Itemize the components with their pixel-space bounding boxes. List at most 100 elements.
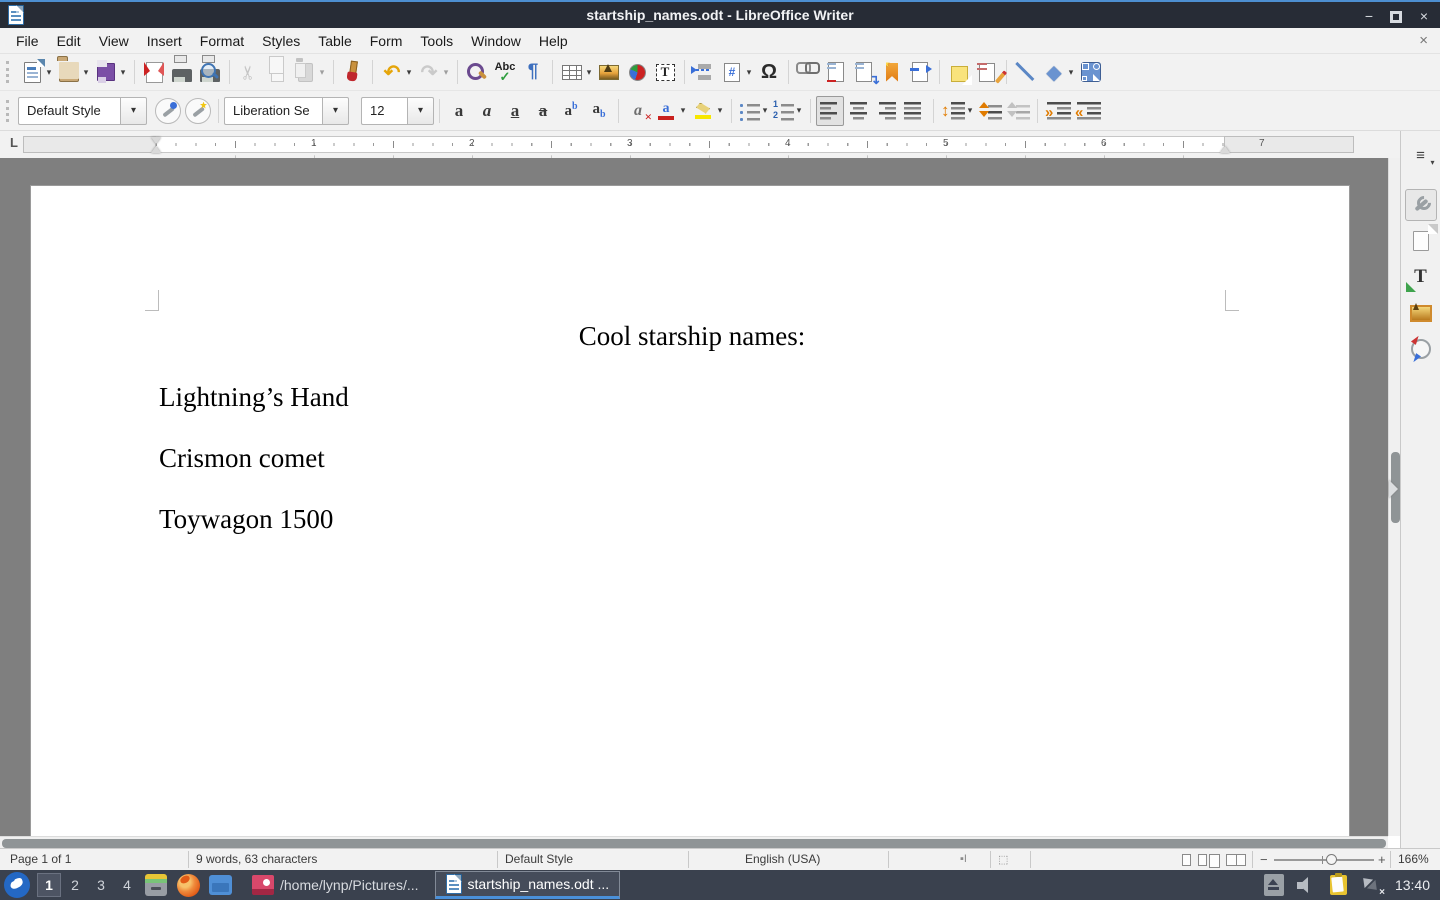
align-left-button[interactable] [816,96,844,126]
book-view-button[interactable] [1226,854,1246,866]
superscript-button[interactable]: ab [557,96,585,126]
workspace-1-button[interactable]: 1 [37,873,61,897]
open-button[interactable]: ▾ [55,57,92,87]
selection-mode-icon[interactable]: ⬚ [998,853,1008,866]
sidebar-settings-button[interactable]: ≡ [1405,139,1437,171]
document-page[interactable]: Cool starship names: Lightning’s Hand Cr… [30,185,1350,836]
basic-shapes-button[interactable]: ◆▾ [1040,57,1077,87]
horizontal-ruler[interactable]: 1234567⊥⊥⊥⊥⊥⊥⊥⊥⊥⊥⊥⊥⊥ [23,136,1353,153]
workspace-2-button[interactable]: 2 [63,873,87,897]
track-changes-button[interactable] [973,57,1001,87]
paragraph-style-value[interactable]: Default Style [18,97,120,125]
tab-stop-type-selector[interactable]: L [6,135,22,150]
insert-comment-button[interactable] [945,57,973,87]
special-character-button[interactable]: Ω [755,57,783,87]
chevron-down-icon[interactable]: ▾ [1067,67,1075,78]
vertical-scrollbar[interactable] [1388,158,1400,836]
font-color-button[interactable]: a▾ [652,96,689,126]
spelling-button[interactable]: Abc✓ [491,57,519,87]
insert-textbox-button[interactable]: T [651,57,679,87]
zoom-level-status[interactable]: 166% [1398,852,1429,866]
workspace-3-button[interactable]: 3 [89,873,113,897]
copy-button[interactable] [263,57,291,87]
chevron-down-icon[interactable]: ▾ [405,67,413,78]
menu-file[interactable]: File [8,30,47,52]
document-line[interactable]: Lightning’s Hand [159,380,1225,414]
application-menu-button[interactable] [4,872,30,898]
minimize-icon[interactable]: − [1361,8,1377,24]
menu-edit[interactable]: Edit [49,30,89,52]
zoom-in-icon[interactable]: + [1378,852,1386,867]
bullet-list-button[interactable]: ▾ [737,96,771,126]
insert-field-button[interactable]: #▾ [718,57,755,87]
sidebar-tab-navigator[interactable] [1405,333,1437,365]
insert-image-button[interactable] [595,57,623,87]
task-pictures-window[interactable]: /home/lynp/Pictures/... [242,871,429,899]
launcher-archive-button[interactable] [143,872,169,898]
multi-page-view-button[interactable] [1198,854,1207,866]
menu-styles[interactable]: Styles [254,30,308,52]
chevron-down-icon[interactable]: ▾ [716,105,724,116]
cross-reference-button[interactable] [906,57,934,87]
show-draw-functions-button[interactable] [1077,57,1105,87]
numbered-list-button[interactable]: ▾ [771,96,805,126]
launcher-file-manager-button[interactable] [207,872,233,898]
cut-button[interactable]: ✂ [235,57,263,87]
chevron-down-icon[interactable]: ▾ [795,105,803,116]
chevron-down-icon[interactable]: ▾ [585,67,593,78]
chevron-down-icon[interactable]: ▾ [761,105,769,116]
sidebar-tab-gallery[interactable] [1405,297,1437,329]
paste-button[interactable]: ▾ [291,57,328,87]
line-spacing-button[interactable]: ▾ [939,96,976,126]
update-style-button[interactable] [155,98,181,124]
launcher-firefox-button[interactable] [175,872,201,898]
document-line[interactable]: Crismon comet [159,441,1225,475]
save-button[interactable]: ▾ [92,57,129,87]
document-line[interactable]: Toywagon 1500 [159,502,1225,536]
chevron-down-icon[interactable]: ▾ [745,67,753,78]
italic-button[interactable]: a [473,96,501,126]
insert-hyperlink-button[interactable] [794,57,822,87]
single-page-view-button[interactable] [1182,854,1191,866]
align-right-button[interactable] [872,96,900,126]
toolbar-grip[interactable] [6,100,13,122]
clipboard-manager-icon[interactable] [1330,875,1347,895]
paragraph-style-combo[interactable]: Default Style ▾ [18,97,147,125]
sidebar-show-hide-handle[interactable] [1389,480,1398,498]
chevron-down-icon[interactable]: ▾ [82,67,90,78]
menu-format[interactable]: Format [192,30,252,52]
clone-formatting-button[interactable] [339,57,367,87]
formatting-marks-button[interactable]: ¶ [519,57,547,87]
chevron-down-icon[interactable]: ▾ [407,97,434,125]
redo-button[interactable]: ↷▾ [415,57,452,87]
increase-indent-button[interactable] [1043,96,1073,126]
increase-paragraph-spacing-button[interactable] [976,96,1004,126]
close-document-icon[interactable]: × [1419,32,1428,49]
strikethrough-button[interactable]: a [529,96,557,126]
insert-chart-button[interactable] [623,57,651,87]
export-pdf-button[interactable] [140,57,168,87]
font-size-value[interactable]: 12 [361,97,407,125]
network-disconnected-icon[interactable]: × [1359,875,1383,895]
sidebar-tab-properties[interactable] [1405,189,1437,221]
chevron-down-icon[interactable]: ▾ [45,67,53,78]
workspace-4-button[interactable]: 4 [115,873,139,897]
print-button[interactable] [168,57,196,87]
font-name-value[interactable]: Liberation Se [224,97,322,125]
page-break-button[interactable] [690,57,718,87]
sidebar-tab-styles[interactable]: T [1405,261,1437,293]
close-icon[interactable]: × [1416,8,1432,24]
indent-marker-right[interactable] [1220,137,1231,153]
restore-icon[interactable] [1391,11,1402,22]
overwrite-mode-icon[interactable]: ▪I [960,853,967,865]
word-count-status[interactable]: 9 words, 63 characters [196,852,317,866]
sidebar-tab-page[interactable] [1405,225,1437,257]
subscript-button[interactable]: ab [585,96,613,126]
language-status[interactable]: English (USA) [745,852,820,866]
highlight-color-button[interactable]: ▾ [689,96,726,126]
menu-form[interactable]: Form [362,30,411,52]
find-replace-button[interactable] [463,57,491,87]
chevron-down-icon[interactable]: ▾ [966,105,974,116]
underline-button[interactable]: a [501,96,529,126]
indent-marker-left[interactable] [151,137,162,153]
